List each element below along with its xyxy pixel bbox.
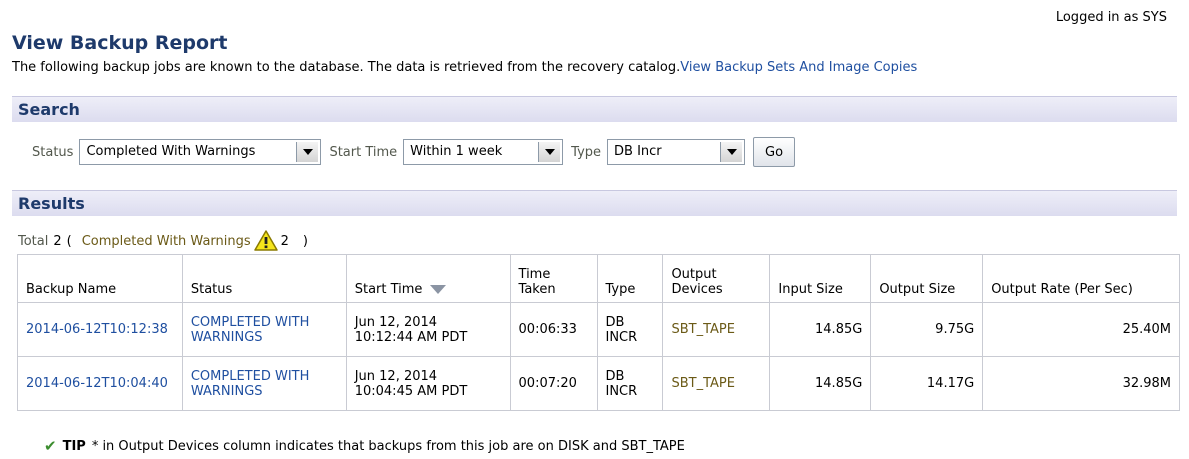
table-row: 2014-06-12T10:12:38 COMPLETED WITH WARNI… [17, 302, 1180, 357]
results-summary: Total 2 ( Completed With Warnings 2 ) [18, 229, 308, 253]
search-section-header: Search [12, 96, 1177, 122]
total-label: Total [18, 233, 49, 249]
table-row: 2014-06-12T10:04:40 COMPLETED WITH WARNI… [17, 356, 1180, 411]
output-rate-cell: 25.40M [982, 302, 1180, 357]
total-value: 2 [53, 233, 62, 249]
status-label: Status [32, 144, 74, 160]
column-header-start-time[interactable]: Start Time [345, 254, 511, 303]
backup-name-link[interactable]: 2014-06-12T10:04:40 [17, 356, 183, 411]
output-size-cell: 9.75G [870, 302, 984, 357]
status-select[interactable]: Completed With Warnings [79, 139, 322, 165]
search-form: Status Completed With Warnings Start Tim… [32, 137, 796, 167]
start-time-header-label: Start Time [354, 282, 423, 297]
output-devices-link[interactable]: SBT_TAPE [662, 356, 771, 411]
start-time-cell: Jun 12, 2014 10:04:45 AM PDT [345, 356, 511, 411]
chevron-down-icon[interactable] [538, 142, 561, 162]
output-size-cell: 14.17G [870, 356, 984, 411]
type-cell: DB INCR [596, 356, 664, 411]
view-backup-sets-link[interactable]: View Backup Sets And Image Copies [680, 60, 917, 75]
results-section-title: Results [18, 194, 85, 213]
close-paren: ) [302, 233, 308, 249]
description-text: The following backup jobs are known to t… [12, 60, 681, 75]
input-size-cell: 14.85G [769, 356, 872, 411]
column-header-output-devices[interactable]: Output Devices [662, 254, 771, 303]
results-table: Backup Name Status Start Time Time Taken… [17, 254, 1180, 411]
output-devices-link[interactable]: SBT_TAPE [662, 302, 771, 357]
start-time-cell: Jun 12, 2014 10:12:44 AM PDT [345, 302, 511, 357]
start-time-clock: 10:12:44 AM PDT [354, 329, 468, 345]
tip-label: TIP [62, 438, 86, 454]
start-time-select[interactable]: Within 1 week [403, 139, 564, 165]
warning-count: 2 [280, 233, 289, 249]
time-taken-cell: 00:07:20 [509, 356, 598, 411]
tip-message: ✔ TIP * in Output Devices column indicat… [44, 437, 685, 455]
status-link[interactable]: COMPLETED WITH WARNINGS [181, 356, 347, 411]
logged-in-label: Logged in as SYS [1055, 10, 1167, 25]
backup-name-link[interactable]: 2014-06-12T10:12:38 [17, 302, 183, 357]
start-time-label: Start Time [329, 144, 398, 160]
column-header-time-taken[interactable]: Time Taken [509, 254, 598, 303]
tip-text: * in Output Devices column indicates tha… [91, 438, 685, 454]
search-section-title: Search [18, 100, 80, 119]
column-header-input-size[interactable]: Input Size [769, 254, 872, 303]
output-rate-cell: 32.98M [982, 356, 1180, 411]
type-label: Type [571, 144, 602, 160]
check-icon: ✔ [44, 437, 57, 455]
start-time-date: Jun 12, 2014 [354, 314, 438, 330]
column-header-backup-name[interactable]: Backup Name [17, 254, 183, 303]
sort-descending-icon[interactable] [430, 285, 447, 294]
completed-with-warnings-filter-link[interactable]: Completed With Warnings [82, 234, 251, 249]
start-time-clock: 10:04:45 AM PDT [354, 383, 468, 399]
column-header-output-rate[interactable]: Output Rate (Per Sec) [982, 254, 1180, 303]
time-taken-cell: 00:06:33 [509, 302, 598, 357]
type-select-value: DB Incr [614, 144, 662, 159]
column-header-output-size[interactable]: Output Size [870, 254, 984, 303]
results-section-header: Results [12, 190, 1177, 216]
input-size-cell: 14.85G [769, 302, 872, 357]
page-description: The following backup jobs are known to t… [12, 60, 917, 75]
type-cell: DB INCR [596, 302, 664, 357]
column-header-status[interactable]: Status [181, 254, 347, 303]
chevron-down-icon[interactable] [296, 142, 319, 162]
column-header-type[interactable]: Type [596, 254, 664, 303]
status-select-value: Completed With Warnings [86, 144, 256, 159]
go-button[interactable]: Go [753, 137, 796, 167]
table-header-row: Backup Name Status Start Time Time Taken… [17, 254, 1180, 303]
start-time-date: Jun 12, 2014 [354, 368, 438, 384]
chevron-down-icon[interactable] [720, 142, 743, 162]
warning-triangle-icon [253, 229, 279, 253]
open-paren: ( [66, 233, 72, 249]
page-title: View Backup Report [12, 32, 228, 54]
type-select[interactable]: DB Incr [607, 139, 746, 165]
status-link[interactable]: COMPLETED WITH WARNINGS [181, 302, 347, 357]
start-time-select-value: Within 1 week [410, 144, 503, 159]
